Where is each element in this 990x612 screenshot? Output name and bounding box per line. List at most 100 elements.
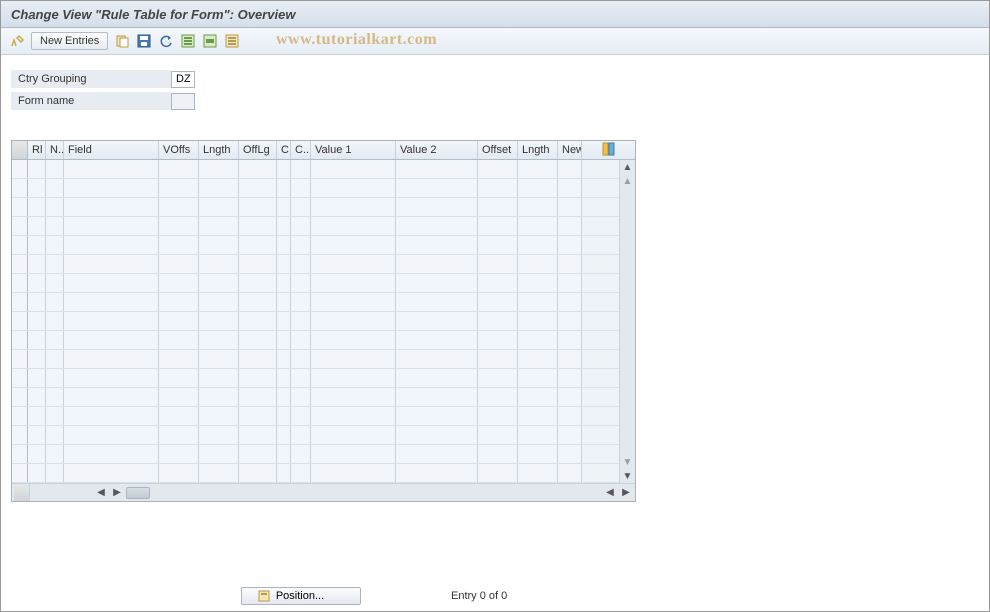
cell[interactable] — [277, 407, 291, 425]
cell[interactable] — [478, 407, 518, 425]
cell[interactable] — [277, 426, 291, 444]
col-offset[interactable]: Offset — [478, 141, 518, 159]
cell[interactable] — [311, 445, 396, 463]
cell[interactable] — [291, 331, 311, 349]
cell[interactable] — [199, 369, 239, 387]
cell[interactable] — [478, 350, 518, 368]
cell[interactable] — [518, 407, 558, 425]
cell[interactable] — [159, 407, 199, 425]
cell[interactable] — [277, 388, 291, 406]
cell[interactable] — [558, 350, 582, 368]
deselect-all-icon[interactable] — [224, 33, 240, 49]
cell[interactable] — [64, 179, 159, 197]
cell[interactable] — [291, 388, 311, 406]
col-c1[interactable]: C — [277, 141, 291, 159]
cell[interactable] — [478, 179, 518, 197]
save-icon[interactable] — [136, 33, 152, 49]
col-c2[interactable]: C.. — [291, 141, 311, 159]
scroll-up-icon[interactable]: ▲ — [621, 160, 635, 174]
cell[interactable] — [478, 464, 518, 482]
cell[interactable] — [291, 464, 311, 482]
cell[interactable] — [311, 369, 396, 387]
cell[interactable] — [558, 426, 582, 444]
cell[interactable] — [64, 426, 159, 444]
cell[interactable] — [199, 217, 239, 235]
cell[interactable] — [64, 445, 159, 463]
scroll-right-icon[interactable]: ▶ — [110, 486, 124, 500]
row-selector[interactable] — [12, 217, 28, 235]
copy-icon[interactable] — [114, 33, 130, 49]
cell[interactable] — [311, 426, 396, 444]
cell[interactable] — [478, 274, 518, 292]
cell[interactable] — [518, 293, 558, 311]
cell[interactable] — [199, 331, 239, 349]
cell[interactable] — [518, 331, 558, 349]
cell[interactable] — [28, 464, 46, 482]
col-rl[interactable]: Rl — [28, 141, 46, 159]
cell[interactable] — [28, 407, 46, 425]
cell[interactable] — [396, 464, 478, 482]
cell[interactable] — [46, 274, 64, 292]
row-selector[interactable] — [12, 198, 28, 216]
cell[interactable] — [28, 274, 46, 292]
cell[interactable] — [159, 312, 199, 330]
cell[interactable] — [396, 236, 478, 254]
hscroll-thumb[interactable] — [126, 487, 150, 499]
cell[interactable] — [199, 160, 239, 178]
col-new[interactable]: New — [558, 141, 582, 159]
cell[interactable] — [46, 464, 64, 482]
cell[interactable] — [239, 426, 277, 444]
cell[interactable] — [46, 426, 64, 444]
cell[interactable] — [518, 236, 558, 254]
col-value2[interactable]: Value 2 — [396, 141, 478, 159]
scroll-left-icon[interactable]: ◀ — [94, 486, 108, 500]
cell[interactable] — [277, 331, 291, 349]
toggle-edit-icon[interactable] — [9, 33, 25, 49]
cell[interactable] — [239, 274, 277, 292]
cell[interactable] — [64, 407, 159, 425]
scroll-up2-icon[interactable]: ▲ — [621, 174, 635, 188]
cell[interactable] — [291, 426, 311, 444]
cell[interactable] — [518, 350, 558, 368]
cell[interactable] — [64, 274, 159, 292]
cell[interactable] — [558, 179, 582, 197]
col-field[interactable]: Field — [64, 141, 159, 159]
undo-icon[interactable] — [158, 33, 174, 49]
cell[interactable] — [277, 464, 291, 482]
cell[interactable] — [396, 426, 478, 444]
cell[interactable] — [518, 217, 558, 235]
cell[interactable] — [199, 388, 239, 406]
cell[interactable] — [558, 217, 582, 235]
cell[interactable] — [311, 388, 396, 406]
cell[interactable] — [478, 369, 518, 387]
cell[interactable] — [159, 388, 199, 406]
cell[interactable] — [311, 236, 396, 254]
row-selector[interactable] — [12, 426, 28, 444]
cell[interactable] — [46, 445, 64, 463]
cell[interactable] — [64, 350, 159, 368]
cell[interactable] — [478, 236, 518, 254]
cell[interactable] — [277, 236, 291, 254]
cell[interactable] — [239, 312, 277, 330]
col-offlg[interactable]: OffLg — [239, 141, 277, 159]
cell[interactable] — [239, 445, 277, 463]
cell[interactable] — [396, 407, 478, 425]
cell[interactable] — [277, 293, 291, 311]
row-selector[interactable] — [12, 331, 28, 349]
cell[interactable] — [291, 369, 311, 387]
cell[interactable] — [28, 331, 46, 349]
cell[interactable] — [478, 255, 518, 273]
cell[interactable] — [396, 274, 478, 292]
cell[interactable] — [311, 217, 396, 235]
cell[interactable] — [558, 445, 582, 463]
cell[interactable] — [478, 331, 518, 349]
cell[interactable] — [64, 464, 159, 482]
cell[interactable] — [518, 369, 558, 387]
cell[interactable] — [28, 255, 46, 273]
row-selector[interactable] — [12, 407, 28, 425]
row-selector[interactable] — [12, 388, 28, 406]
cell[interactable] — [291, 255, 311, 273]
cell[interactable] — [46, 236, 64, 254]
cell[interactable] — [518, 160, 558, 178]
row-selector[interactable] — [12, 236, 28, 254]
